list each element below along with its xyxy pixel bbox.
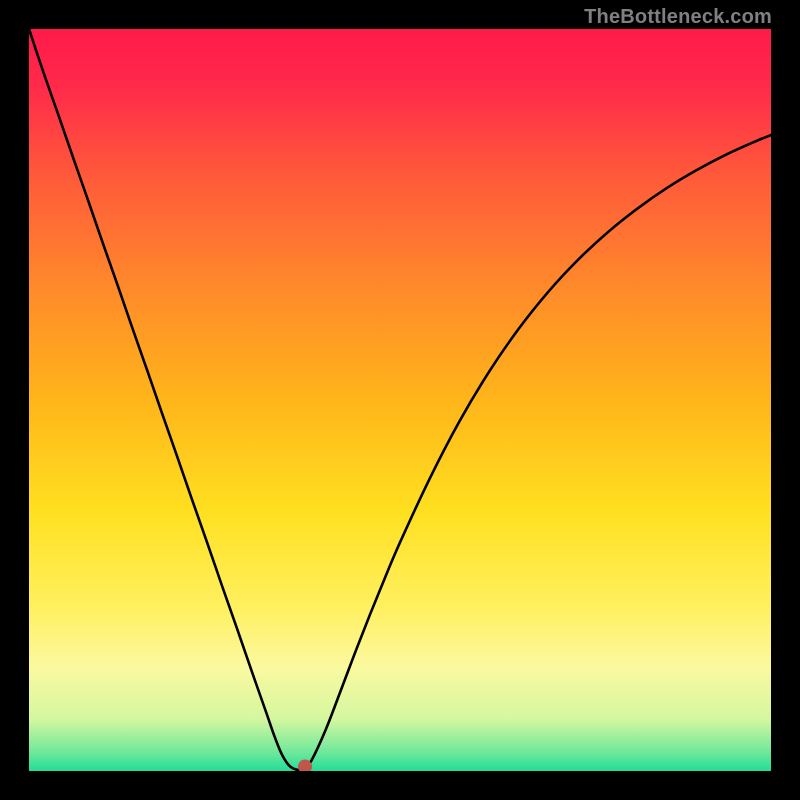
gradient-background [29,29,771,771]
bottleneck-chart [29,29,771,771]
chart-frame [29,29,771,771]
watermark-text: TheBottleneck.com [584,6,772,29]
